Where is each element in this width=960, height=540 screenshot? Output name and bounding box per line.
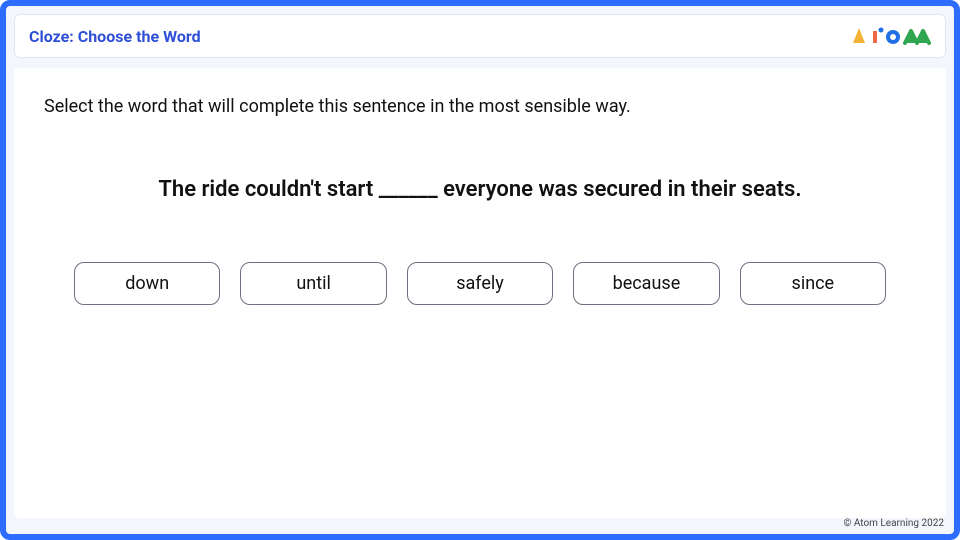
logo-bar-icon: [873, 31, 877, 43]
option-button-2[interactable]: safely: [407, 262, 553, 305]
atom-logo: [851, 25, 931, 47]
header-bar: Cloze: Choose the Word: [14, 14, 946, 58]
logo-triangle-icon: [853, 28, 865, 43]
option-button-3[interactable]: because: [573, 262, 719, 305]
option-button-0[interactable]: down: [74, 262, 220, 305]
copyright-text: © Atom Learning 2022: [844, 518, 944, 529]
cloze-sentence: The ride couldn't start ______ everyone …: [44, 177, 916, 202]
page-title: Cloze: Choose the Word: [29, 27, 201, 46]
option-button-4[interactable]: since: [740, 262, 886, 305]
logo-circle-hole: [890, 34, 896, 40]
logo-svg: [851, 25, 931, 47]
option-button-1[interactable]: until: [240, 262, 386, 305]
app-frame: Cloze: Choose the Word Select the word t…: [0, 0, 960, 540]
question-card: Select the word that will complete this …: [14, 68, 946, 518]
options-row: down until safely because since: [44, 262, 916, 305]
logo-dot-icon: [879, 28, 884, 33]
instruction-text: Select the word that will complete this …: [44, 96, 916, 117]
